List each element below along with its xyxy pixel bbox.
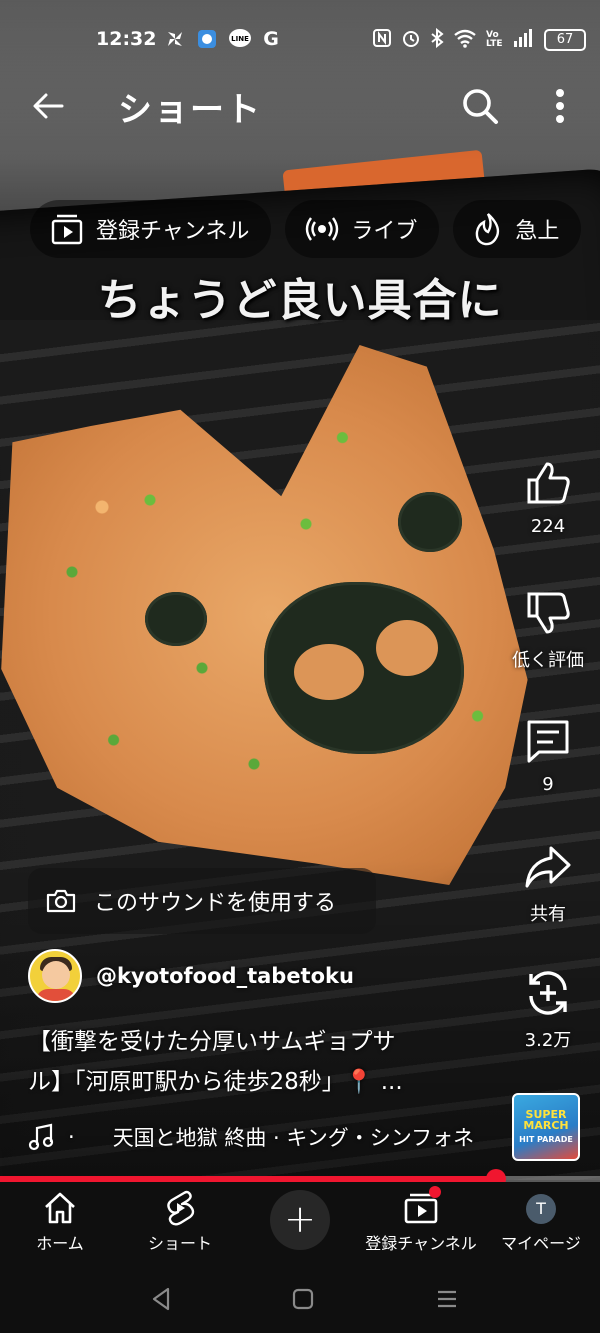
thumbs-down-icon bbox=[527, 592, 570, 634]
more-options-button[interactable] bbox=[540, 84, 580, 128]
search-icon bbox=[463, 89, 498, 124]
album-title: SUPER MARCH bbox=[523, 1108, 569, 1132]
music-track: 天国と地獄 終曲 · キング・シンフォネ bbox=[112, 1126, 475, 1150]
chip-live[interactable]: ライブ bbox=[285, 200, 440, 258]
share-icon bbox=[525, 846, 571, 888]
remix-count: 3.2万 bbox=[524, 1030, 572, 1051]
back-button[interactable] bbox=[28, 86, 68, 126]
plus-icon: + bbox=[284, 1197, 316, 1241]
share-button[interactable]: 共有 bbox=[496, 842, 600, 926]
thumbs-up-icon bbox=[527, 462, 570, 504]
description-line-2: ル】「河原町駅から徒歩28秒」📍 ... bbox=[28, 1069, 403, 1095]
use-sound-button[interactable]: このサウンドを使用する bbox=[28, 868, 376, 934]
comment-icon bbox=[527, 720, 569, 763]
like-button[interactable]: 224 bbox=[496, 458, 600, 537]
dislike-button[interactable]: 低く評価 bbox=[496, 588, 600, 672]
page-title: ショート bbox=[118, 90, 262, 130]
trending-icon bbox=[476, 213, 500, 246]
system-navigation-bar bbox=[0, 1262, 600, 1333]
back-arrow-icon bbox=[33, 93, 64, 119]
user-avatar: T bbox=[526, 1194, 556, 1224]
top-app-bar: ショート bbox=[0, 80, 600, 136]
nav-my-page-label: マイページ bbox=[501, 1234, 581, 1253]
remix-icon bbox=[529, 971, 567, 1015]
filter-chips: 登録チャンネル ライブ 急上 bbox=[30, 200, 582, 260]
share-label: 共有 bbox=[530, 904, 566, 925]
battery-indicator: 67 bbox=[544, 29, 586, 51]
nfc-icon bbox=[372, 28, 392, 52]
description-line-1: 【衝撃を受けた分厚いサムギョプサ bbox=[28, 1029, 396, 1055]
status-time: 12:32 bbox=[96, 28, 157, 50]
triangle-back-icon bbox=[152, 1287, 170, 1311]
nori-eye-left bbox=[145, 592, 207, 646]
video-description[interactable]: 【衝撃を受けた分厚いサムギョプサ ル】「河原町駅から徒歩28秒」📍 ... bbox=[28, 1022, 478, 1102]
chip-label: ライブ bbox=[351, 219, 418, 244]
pinwheel-icon bbox=[164, 28, 186, 50]
album-art-thumbnail[interactable]: SUPER MARCH HIT PARADE bbox=[512, 1093, 580, 1161]
channel-row[interactable]: @kyotofood_tabetoku bbox=[28, 948, 354, 1004]
more-vert-icon bbox=[556, 89, 564, 123]
remix-button[interactable]: 3.2万 bbox=[496, 968, 600, 1052]
line-label: LINE bbox=[231, 35, 249, 43]
nav-shorts-label: ショート bbox=[147, 1234, 212, 1253]
system-recents-button[interactable] bbox=[432, 1284, 462, 1314]
comment-button[interactable]: 9 bbox=[496, 716, 600, 795]
album-subtitle: HIT PARADE bbox=[519, 1135, 573, 1144]
shorts-icon bbox=[167, 1190, 195, 1226]
chip-label: 急上 bbox=[515, 219, 560, 244]
chip-label: 登録チャンネル bbox=[96, 219, 250, 244]
dislike-label: 低く評価 bbox=[512, 650, 584, 671]
music-row[interactable]: · 天国と地獄 終曲 · キング・シンフォネ bbox=[28, 1122, 498, 1152]
comment-count: 9 bbox=[542, 774, 554, 795]
home-icon bbox=[45, 1192, 75, 1224]
system-home-button[interactable] bbox=[288, 1284, 318, 1314]
system-back-button[interactable] bbox=[146, 1284, 176, 1314]
chip-trending[interactable]: 急上 bbox=[453, 200, 582, 258]
nav-my-page[interactable]: T マイページ bbox=[496, 1190, 586, 1254]
music-note-icon bbox=[28, 1123, 54, 1151]
search-button[interactable] bbox=[458, 84, 502, 128]
status-bar: 12:32 LINE G Vo LTE 67 bbox=[0, 24, 600, 60]
bottom-navigation: ホーム ショート + 登録チャンネル T マイページ bbox=[0, 1182, 600, 1262]
wifi-icon bbox=[453, 28, 477, 52]
bluetooth-icon bbox=[430, 27, 444, 52]
game-app-icon bbox=[196, 28, 218, 50]
nav-shorts[interactable]: ショート bbox=[140, 1190, 220, 1254]
nori-eye-right bbox=[398, 492, 462, 552]
subscriptions-icon bbox=[51, 214, 83, 245]
camera-icon bbox=[46, 889, 76, 913]
square-home-icon bbox=[292, 1288, 314, 1310]
nav-subscriptions[interactable]: 登録チャンネル bbox=[360, 1186, 482, 1254]
nav-home-label: ホーム bbox=[36, 1234, 84, 1253]
video-overlay-caption: ちょうど良い具合に bbox=[97, 275, 503, 326]
notification-dot bbox=[429, 1186, 441, 1198]
system-status-icons: Vo LTE 67 bbox=[372, 27, 586, 52]
line-app-icon: LINE bbox=[228, 28, 251, 50]
live-icon bbox=[306, 217, 339, 241]
menu-lines-icon bbox=[438, 1290, 456, 1308]
use-sound-label: このサウンドを使用する bbox=[94, 891, 337, 916]
google-icon: G bbox=[263, 28, 279, 50]
channel-handle[interactable]: @kyotofood_tabetoku bbox=[96, 964, 354, 988]
chip-subscriptions[interactable]: 登録チャンネル bbox=[30, 200, 272, 258]
signal-icon bbox=[513, 28, 535, 52]
nori-face bbox=[264, 582, 464, 754]
nav-subscriptions-label: 登録チャンネル bbox=[365, 1234, 477, 1253]
channel-avatar[interactable] bbox=[28, 949, 82, 1003]
notification-icons: LINE G bbox=[164, 28, 282, 50]
alarm-icon bbox=[401, 28, 421, 52]
like-count: 224 bbox=[530, 516, 566, 537]
create-button[interactable]: + bbox=[270, 1190, 330, 1250]
volte-icon: Vo LTE bbox=[486, 30, 503, 49]
nav-home[interactable]: ホーム bbox=[22, 1190, 98, 1254]
music-separator: · bbox=[68, 1125, 75, 1149]
